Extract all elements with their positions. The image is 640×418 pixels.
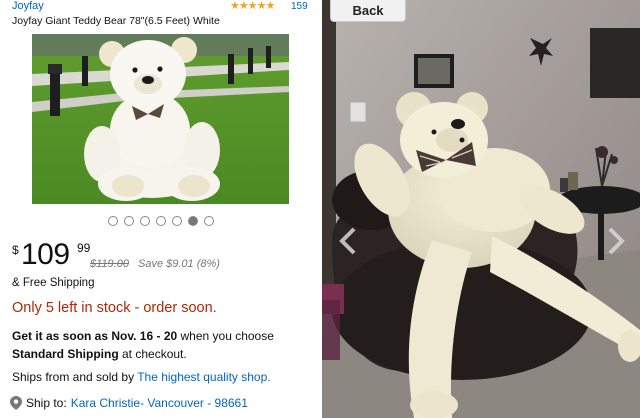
carousel-dot[interactable]	[140, 216, 150, 226]
seller-info: Ships from and sold by The highest quali…	[12, 370, 271, 384]
location-pin-icon	[10, 396, 22, 410]
product-listing-panel: Joyfay ★★★★★ 159 Joyfay Giant Teddy Bear…	[0, 0, 320, 418]
price-whole: 109	[21, 238, 70, 271]
old-price: $119.00	[90, 258, 129, 270]
ship-to[interactable]: Ship to: Kara Christie- Vancouver - 9866…	[10, 396, 248, 410]
price-fraction: 99	[77, 241, 91, 255]
image-carousel-dots[interactable]	[108, 216, 214, 226]
product-title: Joyfay Giant Teddy Bear 78"(6.5 Feet) Wh…	[12, 15, 220, 27]
photo-viewer: Back	[322, 0, 640, 418]
carousel-dot[interactable]	[108, 216, 118, 226]
chevron-right-icon[interactable]	[606, 226, 626, 256]
ship-to-address-link[interactable]: Kara Christie- Vancouver - 98661	[71, 396, 248, 410]
delivery-estimate: Get it as soon as Nov. 16 - 20 when you …	[12, 327, 312, 363]
product-image[interactable]	[32, 34, 289, 204]
chevron-left-icon[interactable]	[338, 226, 358, 256]
free-shipping-text: & Free Shipping	[12, 277, 95, 289]
carousel-dot[interactable]	[204, 216, 214, 226]
brand-link[interactable]: Joyfay	[12, 0, 44, 12]
back-button[interactable]: Back	[330, 0, 406, 22]
carousel-dot[interactable]	[172, 216, 182, 226]
delivery-suffix: at checkout.	[118, 347, 187, 361]
customer-photo-giant-teddy-bear	[322, 0, 640, 418]
delivery-mid: when you choose	[177, 329, 274, 343]
review-count-link[interactable]: 159	[291, 1, 308, 12]
price-currency: $	[12, 243, 19, 257]
savings-text: Save $9.01 (8%)	[138, 258, 220, 270]
teddy-bear-on-lawn-image	[32, 34, 289, 204]
ships-prefix: Ships from and sold by	[12, 370, 138, 384]
carousel-dot[interactable]	[124, 216, 134, 226]
carousel-dot[interactable]	[156, 216, 166, 226]
rating-stars-icon[interactable]: ★★★★★	[230, 0, 275, 12]
stock-warning: Only 5 left in stock - order soon.	[12, 300, 217, 316]
carousel-dot-active[interactable]	[188, 216, 198, 226]
delivery-dates: Get it as soon as Nov. 16 - 20	[12, 329, 178, 343]
ship-to-label: Ship to:	[26, 396, 67, 410]
seller-link[interactable]: The highest quality shop.	[137, 370, 270, 384]
delivery-method: Standard Shipping	[12, 347, 119, 361]
